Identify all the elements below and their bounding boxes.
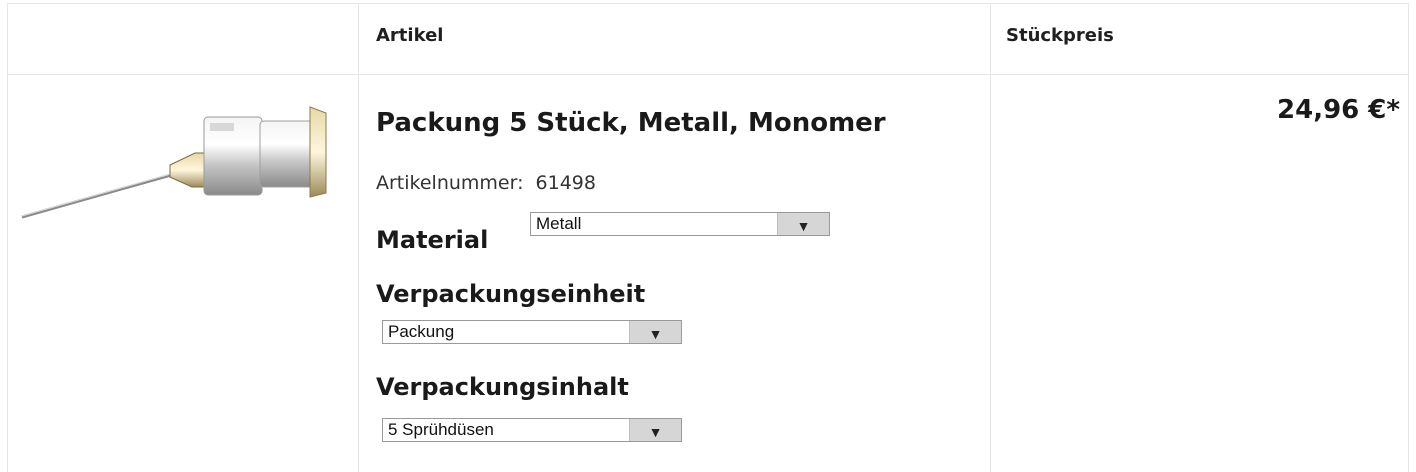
product-table [7,3,1409,472]
verpackungseinheit-dropdown-button[interactable]: ▼ [629,321,681,343]
column-divider [358,4,359,472]
chevron-down-icon: ▼ [648,326,663,342]
verpackungseinheit-label: Verpackungseinheit [376,280,646,308]
verpackungsinhalt-select[interactable]: 5 Sprühdüsen ▼ [382,418,682,442]
column-header-artikel: Artikel [376,25,444,46]
unit-price: 24,96 €* [1277,95,1400,125]
verpackungsinhalt-dropdown-button[interactable]: ▼ [629,419,681,441]
article-number-label: Artikelnummer: [376,172,524,194]
material-label: Material [376,226,489,254]
article-number-row: Artikelnummer: 61498 [376,172,596,194]
article-number-value: 61498 [535,172,596,194]
product-image[interactable] [20,95,340,235]
chevron-down-icon: ▼ [796,218,811,234]
product-title[interactable]: Packung 5 Stück, Metall, Monomer [376,108,886,138]
column-divider [990,4,991,472]
material-select-value: Metall [536,214,582,233]
column-header-stueckpreis: Stückpreis [1006,25,1114,46]
verpackungsinhalt-label: Verpackungsinhalt [376,373,629,401]
material-dropdown-button[interactable]: ▼ [777,213,829,235]
header-divider [8,74,1408,75]
verpackungseinheit-select-value: Packung [388,322,455,341]
verpackungseinheit-select[interactable]: Packung ▼ [382,320,682,344]
material-select[interactable]: Metall ▼ [530,212,830,236]
chevron-down-icon: ▼ [648,424,663,440]
verpackungsinhalt-select-value: 5 Sprühdüsen [388,420,494,439]
